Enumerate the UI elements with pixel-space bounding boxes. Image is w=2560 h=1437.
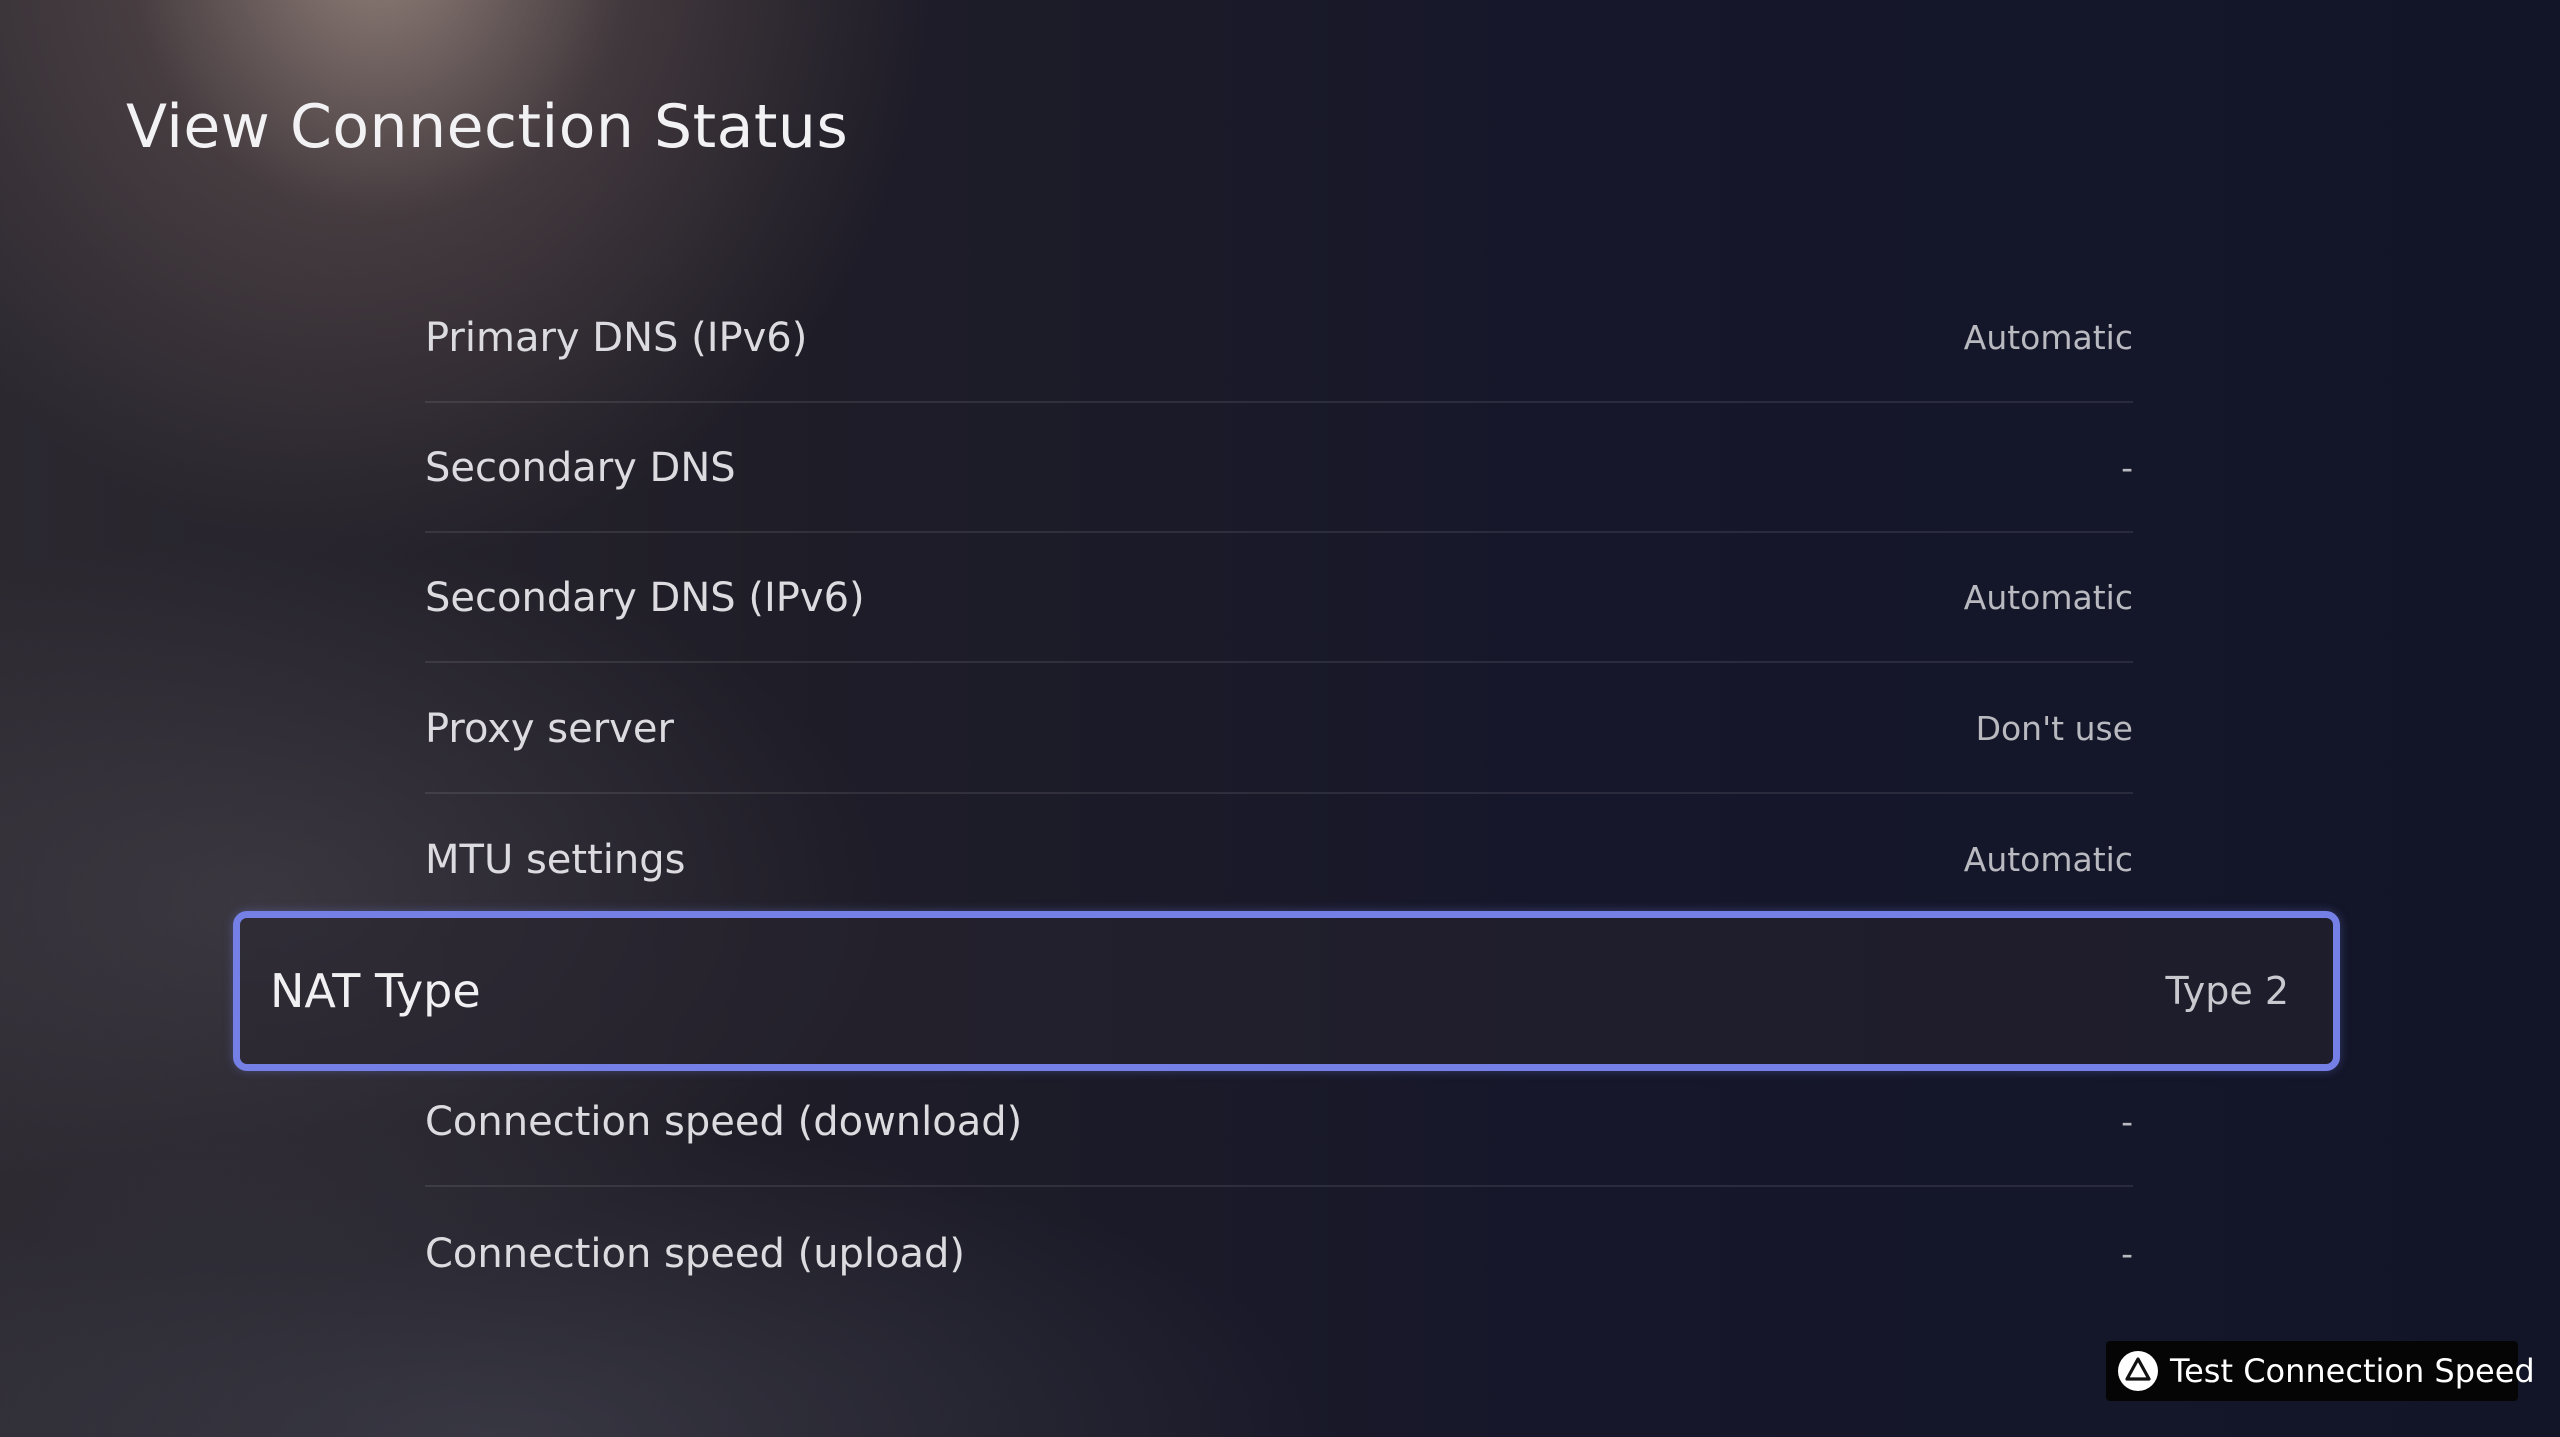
row-divider (425, 792, 2133, 794)
setting-row-secondary-dns-ipv6[interactable]: Secondary DNS (IPv6) Automatic (425, 533, 2133, 663)
setting-row-secondary-dns[interactable]: Secondary DNS - (425, 403, 2133, 533)
setting-row-connection-speed-download[interactable]: Connection speed (download) - (425, 1057, 2133, 1187)
settings-list: Primary DNS (IPv6) Automatic Secondary D… (0, 0, 2560, 1437)
row-divider (425, 1185, 2133, 1187)
test-connection-speed-label: Test Connection Speed (2170, 1352, 2535, 1390)
setting-label: Connection speed (download) (425, 1099, 1023, 1145)
setting-value: - (2121, 1234, 2133, 1273)
test-connection-speed-button[interactable]: Test Connection Speed (2106, 1341, 2535, 1401)
setting-label: Proxy server (425, 706, 674, 752)
setting-label: Secondary DNS (IPv6) (425, 575, 865, 621)
row-divider (425, 661, 2133, 663)
setting-row-connection-speed-upload[interactable]: Connection speed (upload) - (425, 1189, 2133, 1319)
setting-value: - (2121, 1102, 2133, 1141)
setting-value: Don't use (1975, 709, 2133, 748)
setting-label: Secondary DNS (425, 445, 736, 491)
setting-row-primary-dns-ipv6[interactable]: Primary DNS (IPv6) Automatic (425, 273, 2133, 403)
setting-label: Connection speed (upload) (425, 1231, 966, 1277)
setting-row-mtu-settings[interactable]: MTU settings Automatic (425, 795, 2133, 925)
triangle-button-icon (2118, 1351, 2158, 1391)
setting-row-proxy-server[interactable]: Proxy server Don't use (425, 664, 2133, 794)
setting-value: Type 2 (2165, 969, 2289, 1013)
setting-label: MTU settings (425, 837, 686, 883)
setting-value: Automatic (1963, 318, 2133, 357)
setting-label: Primary DNS (IPv6) (425, 315, 808, 361)
setting-value: Automatic (1963, 840, 2133, 879)
setting-label: NAT Type (270, 964, 481, 1018)
setting-value: Automatic (1963, 578, 2133, 617)
setting-value: - (2121, 448, 2133, 487)
setting-row-nat-type[interactable]: NAT Type Type 2 (233, 911, 2340, 1071)
